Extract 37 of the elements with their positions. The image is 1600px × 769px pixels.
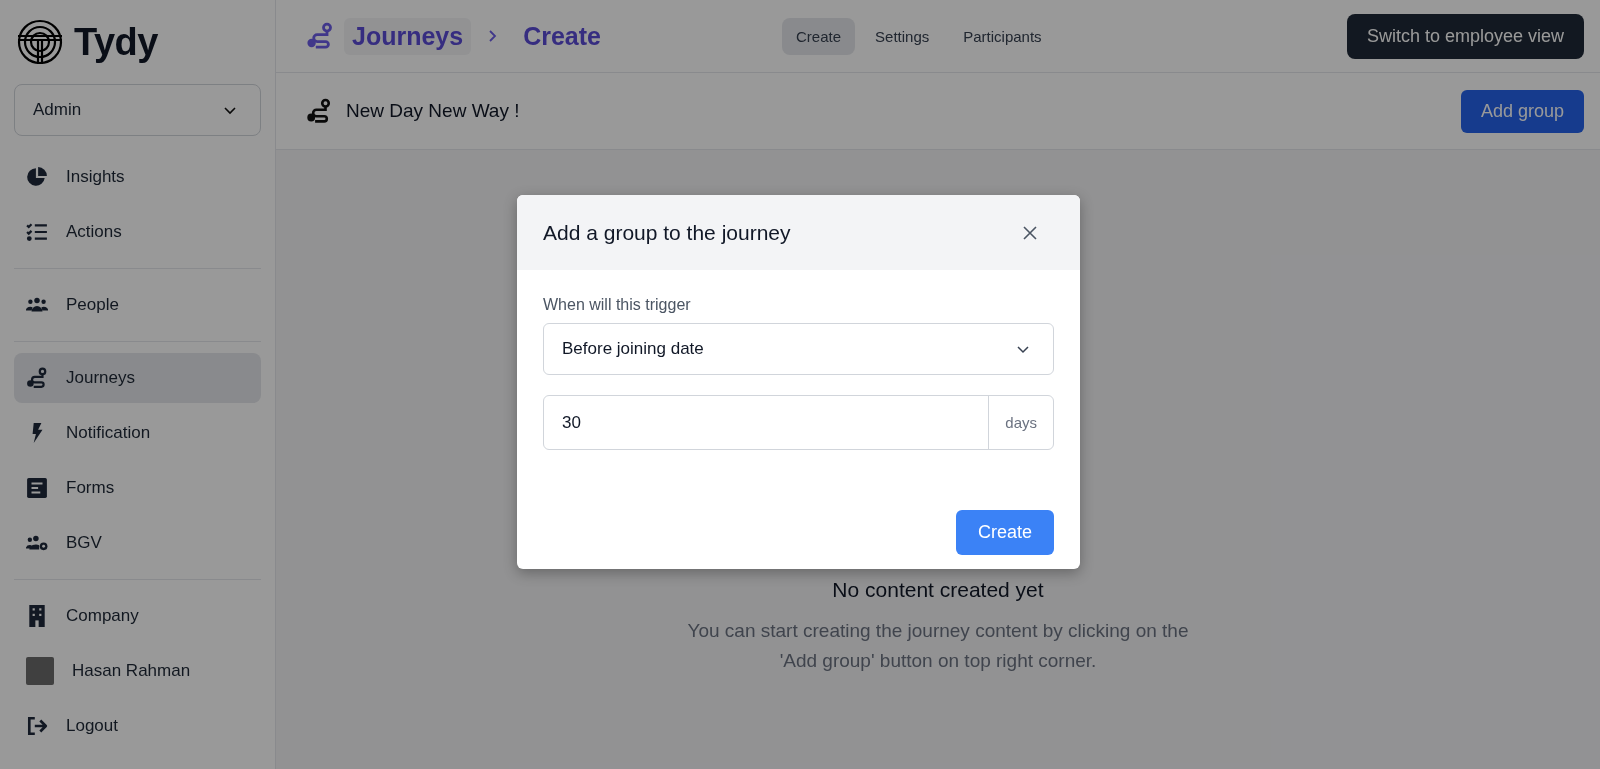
- pie-chart-icon: [26, 166, 48, 188]
- sidebar-item[interactable]: People: [14, 280, 261, 330]
- sidebar-item[interactable]: Company: [14, 591, 261, 641]
- sidebar-item[interactable]: Hasan Rahman: [14, 646, 261, 696]
- tab[interactable]: Settings: [861, 17, 944, 55]
- form-icon: [26, 477, 48, 499]
- route-icon: [26, 367, 48, 389]
- breadcrumb-link[interactable]: Journeys: [344, 17, 472, 55]
- empty-state-message: You can start creating the journey content by clicking on the 'Add group' button on top right corner.: [686, 619, 1190, 673]
- route-icon: [306, 22, 334, 50]
- sidebar-item[interactable]: Actions: [14, 207, 261, 257]
- building-icon: [26, 605, 48, 627]
- avatar-photo-placeholder: [26, 657, 54, 685]
- logout-icon: [26, 715, 48, 737]
- brand-name: Tydy: [74, 20, 158, 64]
- trigger-select[interactable]: Before joining date: [543, 323, 1054, 375]
- add-group-button[interactable]: Add group: [1460, 89, 1584, 133]
- sidebar-item[interactable]: Journeys: [14, 353, 261, 403]
- checklist-icon: [26, 221, 48, 243]
- sidebar-item[interactable]: BGV: [14, 518, 261, 568]
- switch-view-button[interactable]: Switch to employee view: [1346, 13, 1584, 59]
- role-dropdown[interactable]: Admin: [14, 84, 261, 136]
- modal-title: Add a group to the journey: [543, 220, 791, 245]
- sidebar-item[interactable]: Notification: [14, 408, 261, 458]
- sidebar-item[interactable]: Insights: [14, 152, 261, 202]
- tab[interactable]: Create: [782, 17, 856, 55]
- route-icon: [306, 98, 332, 124]
- breadcrumb-link[interactable]: Create: [515, 17, 609, 55]
- journey-title: New Day New Way !: [346, 100, 520, 122]
- logo-icon: [16, 18, 64, 66]
- sidebar-item[interactable]: Logout: [14, 701, 261, 751]
- field-label: When will this trigger: [543, 296, 692, 314]
- tab[interactable]: Participants: [949, 17, 1056, 55]
- close-icon[interactable]: [1022, 224, 1038, 241]
- empty-state-title: No content created yet: [831, 578, 1045, 602]
- create-button[interactable]: Create: [955, 510, 1054, 555]
- sidebar-item[interactable]: Forms: [14, 463, 261, 513]
